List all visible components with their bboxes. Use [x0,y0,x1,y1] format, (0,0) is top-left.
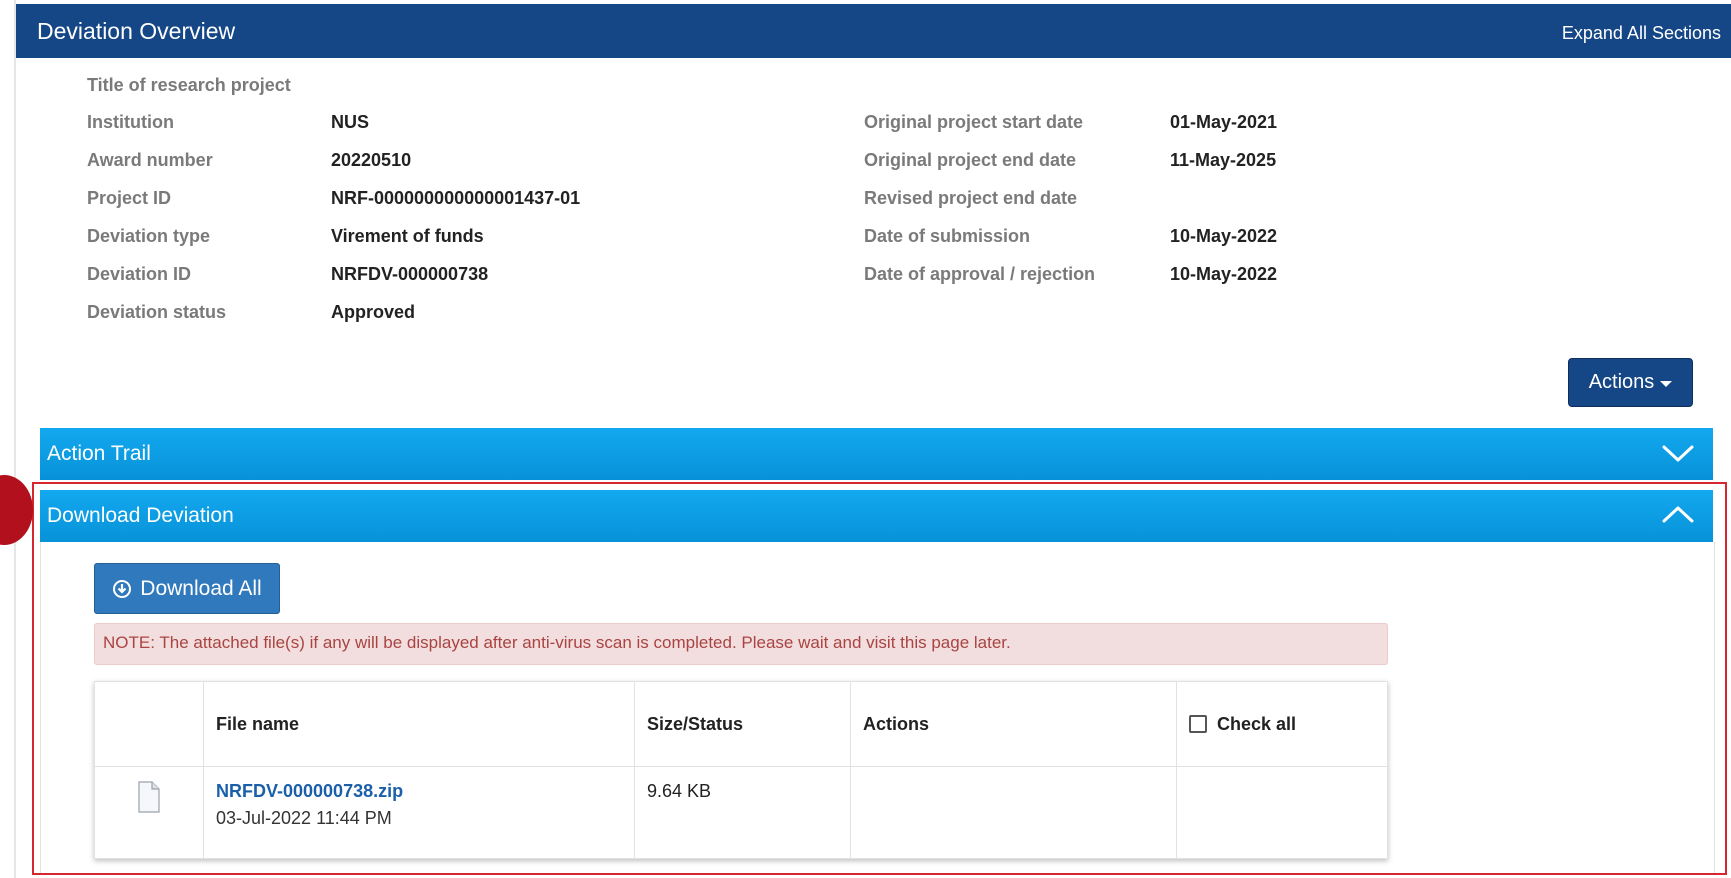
deviation-type-value: Virement of funds [331,226,484,246]
chevron-up-icon [1662,506,1694,523]
antivirus-note: NOTE: The attached file(s) if any will b… [94,623,1388,665]
deviation-type-label: Deviation type [87,226,211,246]
download-circle-icon [113,579,132,598]
file-check-cell [1176,766,1388,859]
submission-date-label: Date of submission [864,226,1031,246]
start-date-label: Original project start date [864,112,1084,132]
file-size-cell: 9.64 KB [634,766,851,859]
file-name-cell: NRFDV-000000738.zip 03-Jul-2022 11:44 PM [203,766,635,859]
end-date-label: Original project end date [864,150,1077,170]
submission-date-value: 10-May-2022 [1170,226,1278,246]
deviation-id-label: Deviation ID [87,264,192,284]
approval-date-label: Date of approval / rejection [864,264,1096,284]
start-date-value: 01-May-2021 [1170,112,1278,132]
chevron-down-icon [1662,445,1694,462]
deviation-status-label: Deviation status [87,302,227,322]
download-all-label: Download All [140,576,262,600]
institution-value: NUS [331,112,370,132]
expand-all-sections-link[interactable]: Expand All Sections [1562,23,1721,44]
revised-end-date-label: Revised project end date [864,188,1078,208]
deviation-id-value: NRFDV-000000738 [331,264,489,284]
file-download-link[interactable]: NRFDV-000000738.zip [216,781,622,802]
download-all-button[interactable]: Download All [94,563,280,614]
callout-marker [0,475,33,545]
research-title-label: Title of research project [87,75,291,95]
project-id-value: NRF-000000000000001437-01 [331,188,581,208]
award-number-label: Award number [87,150,213,170]
download-deviation-panel-header[interactable]: Download Deviation [40,490,1713,542]
project-id-label: Project ID [87,188,172,208]
action-trail-panel-header[interactable]: Action Trail [40,428,1713,480]
size-status-column-header: Size/Status [634,681,851,767]
end-date-value: 11-May-2025 [1170,150,1277,170]
files-table: File name Size/Status Actions Check all … [94,681,1388,859]
file-date: 03-Jul-2022 11:44 PM [216,808,392,828]
page-frame-border [14,0,16,878]
check-all-column-header: Check all [1176,681,1388,767]
deviation-status-value: Approved [331,302,416,322]
file-name-column-header: File name [203,681,635,767]
download-deviation-title: Download Deviation [47,504,234,527]
caret-down-icon [1660,380,1673,387]
actions-column-header: Actions [850,681,1177,767]
file-icon-cell [94,766,204,859]
check-all-checkbox[interactable] [1189,714,1207,733]
icon-column-header [94,681,204,767]
action-trail-title: Action Trail [47,442,151,465]
page-title: Deviation Overview [37,18,236,44]
actions-button-label: Actions [1588,371,1655,393]
table-row: NRFDV-000000738.zip 03-Jul-2022 11:44 PM… [94,766,1388,859]
file-actions-cell [850,766,1177,859]
institution-label: Institution [87,112,174,132]
award-number-value: 20220510 [331,150,412,170]
actions-dropdown-button[interactable]: Actions [1568,358,1693,407]
table-header-row: File name Size/Status Actions Check all [94,681,1388,767]
file-icon [138,781,160,813]
check-all-label: Check all [1217,713,1297,734]
deviation-overview-header: Deviation Overview Expand All Sections [16,4,1731,58]
approval-date-value: 10-May-2022 [1170,264,1278,284]
